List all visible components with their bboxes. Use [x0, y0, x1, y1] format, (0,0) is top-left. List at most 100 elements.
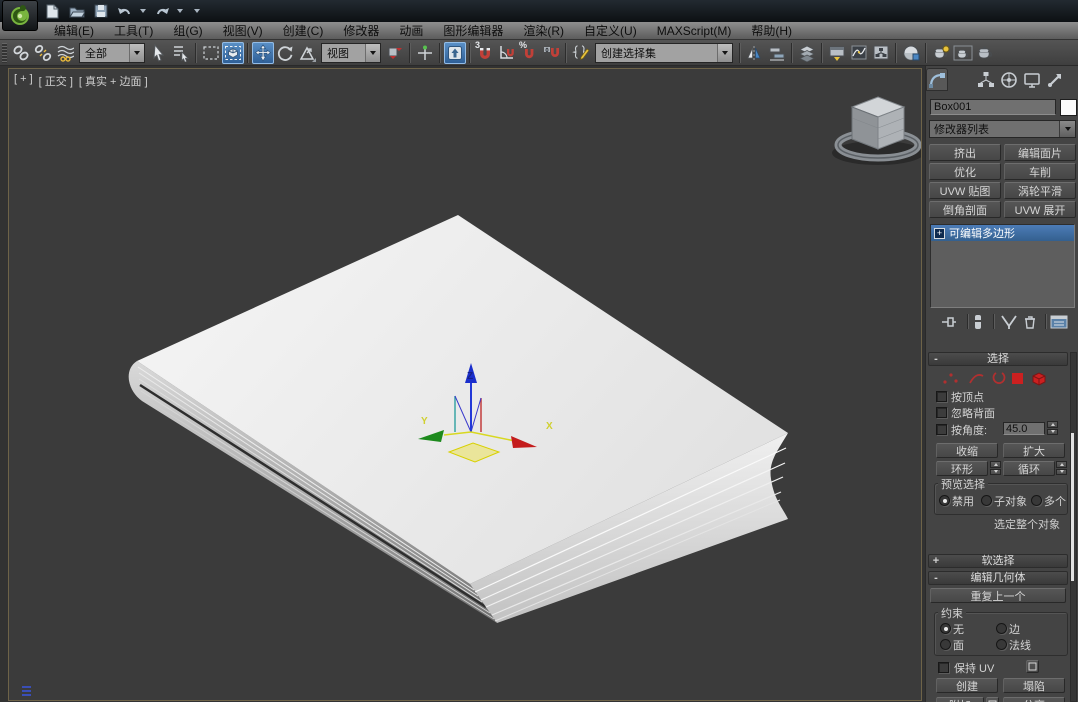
menu-animation[interactable]: 动画 [389, 22, 433, 40]
manage-layers-icon[interactable] [796, 42, 818, 64]
preserve-uv-checkbox[interactable] [938, 662, 949, 673]
tab-hierarchy[interactable] [975, 68, 997, 91]
menu-graph-editors[interactable]: 图形编辑器 [433, 22, 513, 40]
rollout-edit-geometry-header[interactable]: - 编辑几何体 [928, 571, 1068, 585]
schematic-view-icon[interactable] [870, 42, 892, 64]
viewcube[interactable] [832, 96, 921, 165]
detach-button[interactable]: 分离 [1003, 697, 1065, 702]
material-editor-icon[interactable] [900, 42, 922, 64]
modifier-stack-list[interactable]: + 可编辑多边形 [930, 224, 1075, 308]
stack-item-editable-poly[interactable]: + 可编辑多边形 [931, 225, 1074, 241]
preview-disable-radio[interactable] [939, 495, 950, 506]
viewport-menu-shading[interactable]: [ 真实 + 边面 ] [79, 73, 148, 89]
by-angle-spinner[interactable] [1047, 421, 1058, 435]
rollout-selection-header[interactable]: - 选择 [928, 352, 1068, 366]
attach-button[interactable]: 附加 [936, 697, 984, 702]
percent-snap-icon[interactable]: % [518, 40, 540, 64]
bind-to-space-warp-icon[interactable] [54, 42, 76, 64]
redo-icon[interactable] [153, 3, 170, 20]
ring-spinner[interactable] [990, 461, 1001, 475]
constraint-face-radio[interactable] [940, 639, 951, 650]
menu-edit[interactable]: 编辑(E) [44, 22, 104, 40]
render-setup-icon[interactable] [930, 42, 952, 64]
preview-multi-radio[interactable] [1031, 495, 1042, 506]
modifier-list-caret[interactable] [1059, 121, 1075, 137]
undo-icon[interactable] [116, 3, 133, 20]
object-color-swatch[interactable] [1060, 99, 1077, 116]
toolbar-grip[interactable] [2, 42, 7, 63]
menu-customize[interactable]: 自定义(U) [574, 22, 647, 40]
object-name-field[interactable] [930, 99, 1056, 115]
show-end-result-icon[interactable] [972, 314, 984, 335]
preview-subobject-radio[interactable] [981, 495, 992, 506]
modifier-button-extrude[interactable]: 挤出 [929, 144, 1001, 161]
curve-editor-icon[interactable] [848, 42, 870, 64]
loop-button[interactable]: 循环 [1003, 461, 1055, 476]
qat-customize-caret[interactable] [194, 9, 200, 13]
tab-display[interactable] [1021, 68, 1043, 91]
modifier-button-edit-patch[interactable]: 编辑面片 [1004, 144, 1076, 161]
subobject-polygon-icon[interactable] [1010, 370, 1026, 391]
remove-modifier-icon[interactable] [1022, 314, 1038, 335]
align-icon[interactable] [766, 42, 788, 64]
unlink-selection-icon[interactable] [32, 42, 54, 64]
modifier-button-unwrap-uvw[interactable]: UVW 展开 [1004, 201, 1076, 218]
modifier-button-lathe[interactable]: 车削 [1004, 163, 1076, 180]
new-file-icon[interactable] [44, 3, 61, 20]
rendered-frame-window-icon[interactable] [952, 42, 974, 64]
by-angle-checkbox[interactable] [936, 424, 947, 435]
rollout-collapse-icon[interactable]: - [929, 353, 943, 365]
rollout-soft-selection-header[interactable]: + 软选择 [928, 554, 1068, 568]
tab-modify[interactable] [926, 68, 948, 91]
attach-list-button[interactable] [986, 697, 999, 702]
select-by-name-icon[interactable] [170, 42, 192, 64]
selection-filter-caret[interactable] [129, 43, 144, 62]
named-selection-sets-caret[interactable] [717, 43, 732, 62]
select-and-link-icon[interactable] [10, 42, 32, 64]
graphite-ribbon-toggle-icon[interactable] [826, 42, 848, 64]
by-angle-value-field[interactable]: 45.0 [1003, 422, 1045, 435]
select-and-manipulate-icon[interactable] [414, 42, 436, 64]
constraint-normal-radio[interactable] [996, 639, 1007, 650]
repeat-last-button[interactable]: 重复上一个 [930, 588, 1066, 603]
application-menu-button[interactable] [2, 0, 38, 31]
viewport-orthographic[interactable]: [ + ] [ 正交 ] [ 真实 + 边面 ] Z X Y [8, 68, 922, 701]
subobject-vertex-icon[interactable] [942, 370, 959, 391]
constraint-edge-radio[interactable] [996, 623, 1007, 634]
menu-tools[interactable]: 工具(T) [104, 22, 163, 40]
keyboard-shortcut-override-icon[interactable] [444, 41, 466, 64]
preserve-uv-settings-button[interactable] [1026, 660, 1039, 673]
select-and-rotate-icon[interactable] [274, 42, 296, 64]
modifier-button-bevel-profile[interactable]: 倒角剖面 [929, 201, 1001, 218]
use-pivot-point-center-icon[interactable] [384, 42, 406, 64]
mirror-icon[interactable] [744, 42, 766, 64]
loop-spinner[interactable] [1056, 461, 1067, 475]
menu-maxscript[interactable]: MAXScript(M) [647, 22, 742, 40]
ignore-backfacing-checkbox[interactable] [936, 407, 947, 418]
constraint-none-radio[interactable] [940, 623, 951, 634]
modifier-list-dropdown[interactable]: 修改器列表 [929, 120, 1076, 138]
panel-scrollbar[interactable] [1070, 352, 1077, 702]
redo-dropdown-caret[interactable] [177, 9, 183, 13]
window-crossing-toggle-icon[interactable] [222, 41, 244, 64]
rectangular-selection-region-icon[interactable] [200, 42, 222, 64]
make-unique-icon[interactable] [1000, 314, 1018, 335]
by-vertex-checkbox[interactable] [936, 391, 947, 402]
subobject-edge-icon[interactable] [968, 370, 985, 391]
subobject-element-icon[interactable] [1030, 370, 1048, 391]
viewport-menu-general[interactable]: [ + ] [14, 73, 33, 89]
tab-motion[interactable] [998, 68, 1020, 91]
modifier-button-optimize[interactable]: 优化 [929, 163, 1001, 180]
open-file-icon[interactable] [68, 3, 85, 20]
selection-filter-dropdown[interactable]: 全部 [79, 42, 145, 63]
stack-expand-icon[interactable]: + [934, 227, 945, 239]
undo-dropdown-caret[interactable] [140, 9, 146, 13]
menu-rendering[interactable]: 渲染(R) [513, 22, 574, 40]
modifier-button-uvw-map[interactable]: UVW 贴图 [929, 182, 1001, 199]
viewport-menu-pov[interactable]: [ 正交 ] [39, 73, 73, 89]
rollout-expand-icon[interactable]: + [929, 555, 943, 567]
rollout-collapse-icon[interactable]: - [929, 572, 943, 584]
menu-modifiers[interactable]: 修改器 [333, 22, 389, 40]
menu-views[interactable]: 视图(V) [213, 22, 273, 40]
collapse-button[interactable]: 塌陷 [1003, 678, 1065, 693]
